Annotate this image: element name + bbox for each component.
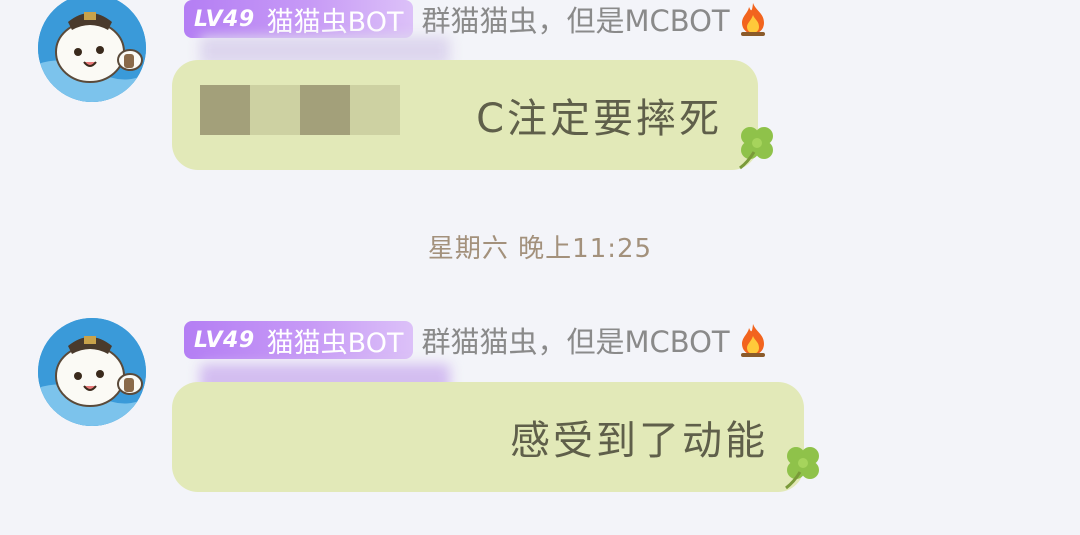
- sender-header: LV49 猫猫虫BOT 群猫猫虫，但是MCBOT: [184, 0, 768, 38]
- redacted-mosaic: [200, 85, 450, 135]
- four-leaf-clover-icon: [780, 442, 826, 492]
- member-title-badge[interactable]: LV49 猫猫虫BOT: [184, 321, 414, 359]
- group-nickname[interactable]: 群猫猫虫，但是MCBOT: [421, 319, 729, 361]
- message-timestamp: 星期六 晚上11:25: [427, 234, 653, 264]
- member-title-badge[interactable]: LV49 猫猫虫BOT: [184, 0, 414, 38]
- message-item: LV49 猫猫虫BOT 群猫猫虫，但是MCBOT C注定要摔死: [0, 0, 1080, 180]
- title-label: 猫猫虫BOT: [266, 6, 404, 38]
- fire-emoji-icon: [738, 322, 768, 358]
- level-label: LV49: [194, 327, 255, 353]
- four-leaf-clover-icon: [734, 122, 780, 172]
- sender-avatar[interactable]: [38, 318, 146, 426]
- message-text: 感受到了动能: [510, 418, 768, 464]
- sender-avatar[interactable]: [38, 0, 146, 102]
- level-label: LV49: [194, 6, 255, 32]
- cat-bug-avatar-icon: [38, 318, 146, 426]
- message-bubble[interactable]: C注定要摔死: [172, 60, 758, 170]
- message-item: LV49 猫猫虫BOT 群猫猫虫，但是MCBOT 感受到了动能: [0, 318, 1080, 498]
- message-bubble[interactable]: 感受到了动能: [172, 382, 804, 492]
- message-text: C注定要摔死: [476, 96, 722, 142]
- cat-bug-avatar-icon: [38, 0, 146, 102]
- title-label: 猫猫虫BOT: [266, 327, 404, 359]
- group-nickname[interactable]: 群猫猫虫，但是MCBOT: [421, 0, 729, 40]
- sender-header: LV49 猫猫虫BOT 群猫猫虫，但是MCBOT: [184, 321, 768, 359]
- fire-emoji-icon: [738, 1, 768, 37]
